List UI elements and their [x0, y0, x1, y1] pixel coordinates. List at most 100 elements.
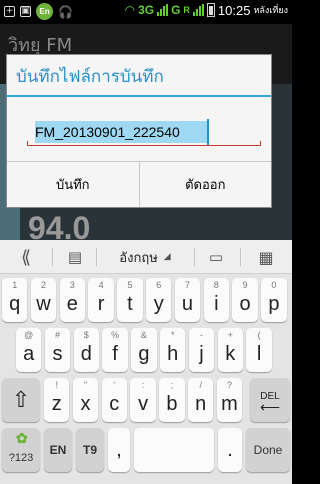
key-v-label: v: [138, 392, 149, 415]
save-recording-dialog: บันทึกไฟล์การบันทึก บันทึก ตัดออก: [6, 54, 272, 208]
key-z-secondary: !: [55, 380, 58, 390]
key-l[interactable]: (l: [246, 328, 272, 372]
t9-key[interactable]: T9: [76, 428, 104, 472]
key-t[interactable]: 5t: [117, 278, 143, 322]
done-key[interactable]: Done: [246, 428, 290, 472]
key-z-label: z: [51, 392, 62, 415]
key-u[interactable]: 7u: [174, 278, 201, 322]
key-n-label: n: [195, 392, 207, 415]
key-v[interactable]: :v: [130, 378, 156, 422]
wifi-icon: ◠: [124, 3, 136, 17]
key-c[interactable]: ' c: [101, 378, 127, 422]
key-s[interactable]: # s: [44, 328, 71, 372]
key-q-secondary: 1: [12, 280, 18, 290]
key-w-secondary: 2: [40, 280, 46, 290]
battery-icon: [206, 3, 215, 17]
key-k-secondary: +: [227, 330, 233, 340]
comma-key[interactable]: ,: [108, 428, 130, 472]
key-t-label: t: [127, 292, 133, 315]
keyboard-mode-icon[interactable]: ▭: [198, 240, 234, 274]
key-x[interactable]: " x: [72, 378, 99, 422]
key-i-label: i: [214, 292, 219, 315]
key-d[interactable]: $ d: [73, 328, 99, 372]
key-n[interactable]: / n: [188, 378, 214, 422]
status-left: + ▣ En 🎧: [4, 3, 73, 20]
signal-3g-label: 3G: [138, 3, 155, 17]
key-j[interactable]: -j: [188, 328, 215, 372]
key-t-secondary: 5: [127, 280, 133, 290]
key-r-secondary: 4: [98, 280, 104, 290]
input-underline-left: [27, 141, 28, 146]
dialog-title: บันทึกไฟล์การบันทึก: [16, 67, 164, 87]
key-k[interactable]: + k: [217, 328, 243, 372]
save-button[interactable]: บันทึก: [7, 162, 139, 207]
signal-r-label: R: [183, 5, 190, 15]
settings-gear-icon: ✿: [16, 430, 28, 446]
key-b-secondary: ;: [170, 380, 174, 390]
key-b[interactable]: ; b: [159, 378, 185, 422]
kb-divider: [194, 248, 195, 266]
en-key[interactable]: EN: [44, 428, 72, 472]
hide-keyboard-icon[interactable]: ⟪: [6, 240, 46, 274]
space-key[interactable]: [134, 428, 214, 472]
key-x-label: x: [80, 392, 91, 415]
key-o-label: o: [239, 292, 251, 315]
filename-input[interactable]: [27, 119, 263, 145]
delete-key[interactable]: DEL ⟵: [250, 378, 290, 422]
symbols-key-label: ?123: [8, 452, 34, 464]
key-y-secondary: 6: [156, 280, 162, 290]
key-r-label: r: [97, 292, 105, 315]
cancel-button[interactable]: ตัดออก: [138, 162, 271, 207]
kb-divider: [52, 248, 53, 266]
key-p[interactable]: 0p: [261, 278, 287, 322]
key-a-secondary: @: [24, 330, 34, 340]
shift-key[interactable]: ⇧: [2, 378, 40, 422]
key-i[interactable]: 8i: [203, 278, 229, 322]
key-y-label: y: [153, 292, 164, 315]
key-q[interactable]: 1q: [2, 278, 28, 322]
key-g[interactable]: & g: [131, 328, 157, 372]
key-f-secondary: %: [111, 330, 120, 340]
status-right: ◠ 3G G R 10:25 หลังเที่ยง: [125, 2, 288, 18]
key-b-label: b: [166, 392, 178, 415]
key-r[interactable]: 4r: [88, 278, 114, 322]
key-o[interactable]: 9o: [232, 278, 258, 322]
kb-divider: [240, 248, 241, 266]
key-h[interactable]: * h: [160, 328, 186, 372]
key-x-secondary: ": [83, 380, 88, 390]
key-d-label: d: [80, 342, 92, 365]
key-s-secondary: #: [54, 330, 60, 340]
key-l-secondary: (: [257, 330, 261, 340]
period-key[interactable]: .: [218, 428, 242, 472]
key-n-secondary: /: [199, 380, 202, 390]
key-m-label: m: [221, 392, 238, 415]
keyboard-top-bar: ⟪ ▤ อังกฤษ ◢ ▭ ▦: [0, 240, 292, 274]
language-label: อังกฤษ: [119, 250, 158, 266]
key-w[interactable]: 2w: [30, 278, 57, 322]
key-f-label: f: [112, 342, 118, 365]
input-underline-right: [260, 141, 261, 146]
key-f[interactable]: % f: [102, 328, 128, 372]
key-a[interactable]: @ a: [16, 328, 42, 372]
clock-time: 10:25: [217, 2, 251, 18]
clipboard-icon[interactable]: ▤: [60, 240, 90, 274]
key-c-label: c: [109, 392, 120, 415]
keypad-icon[interactable]: ▦: [248, 240, 284, 274]
clock-ampm: หลังเที่ยง: [253, 6, 288, 16]
language-selector[interactable]: อังกฤษ ◢: [98, 240, 192, 274]
key-z[interactable]: ! z: [44, 378, 70, 422]
key-e[interactable]: 3e: [59, 278, 85, 322]
key-e-secondary: 3: [69, 280, 75, 290]
key-w-label: w: [36, 292, 51, 315]
key-e-label: e: [66, 292, 78, 315]
key-h-secondary: *: [170, 330, 175, 340]
key-a-label: a: [23, 342, 35, 365]
add-notification-icon: +: [4, 6, 15, 17]
key-y[interactable]: 6y: [146, 278, 172, 322]
key-d-secondary: $: [83, 330, 89, 340]
symbols-key[interactable]: ✿ ?123: [2, 428, 40, 472]
key-u-label: u: [181, 292, 194, 315]
key-h-label: h: [167, 342, 179, 365]
key-c-secondary: ': [113, 380, 116, 390]
key-m[interactable]: ? m: [216, 378, 243, 422]
